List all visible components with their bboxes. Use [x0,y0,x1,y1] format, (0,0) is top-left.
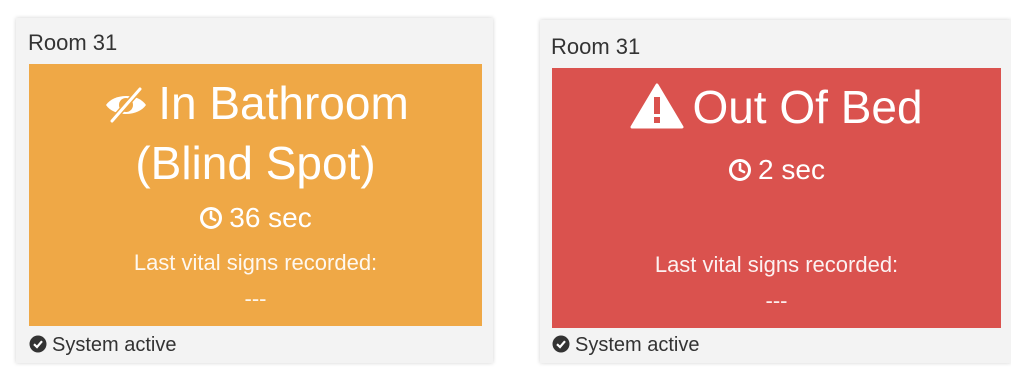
elapsed-timer: 36 sec [29,202,482,237]
vitals-value: --- [765,288,788,313]
elapsed-timer: 2 sec [552,154,1001,189]
timer-value: 2 sec [758,154,825,185]
eye-slash-icon [102,82,150,136]
system-status: System active [29,334,176,359]
status-text: In Bathroom (Blind Spot) [29,76,482,190]
status-line-1: Out Of Bed [692,81,923,133]
clock-icon [199,205,223,237]
warning-icon [630,83,684,140]
system-status: System active [552,334,699,359]
status-panel: In Bathroom (Blind Spot) 36 sec Last vit… [29,64,482,326]
status-line-1: In Bathroom [158,77,409,129]
room-card[interactable]: Room 31 Out Of Bed 2 sec Last vital sign… [540,20,1011,363]
system-status-text: System active [575,334,700,356]
vitals-label: Last vital signs recorded: [654,252,899,277]
status-line-2: (Blind Spot) [135,137,376,189]
status-text: Out Of Bed [552,80,1001,140]
status-panel: Out Of Bed 2 sec Last vital signs record… [552,68,1001,328]
check-circle-icon [29,335,47,359]
room-title: Room 31 [551,34,641,59]
vitals-label: Last vital signs recorded: [133,250,378,275]
clock-icon [728,157,752,189]
vitals-value: --- [244,286,267,311]
room-title: Room 31 [28,30,118,55]
check-circle-icon [552,335,570,359]
timer-value: 36 sec [229,202,312,233]
room-card[interactable]: Room 31 In Bathroom (Blind Spot) 36 sec [16,18,493,363]
system-status-text: System active [52,334,177,356]
